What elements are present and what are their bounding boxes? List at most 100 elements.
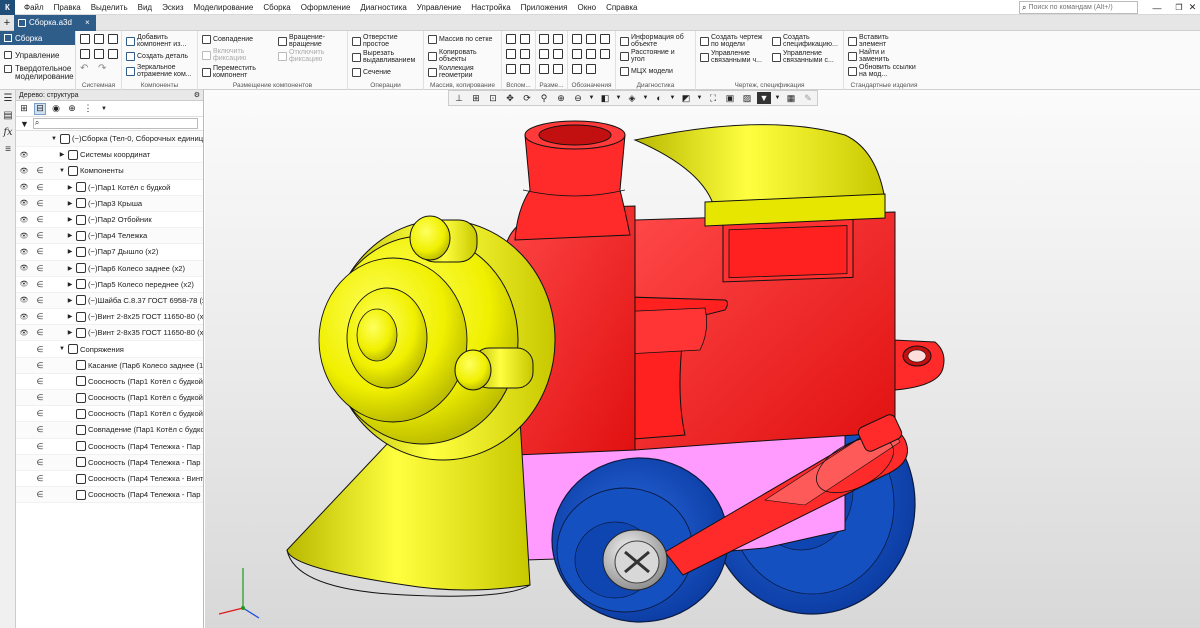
expand-arrow-icon[interactable]: ▶ — [66, 265, 74, 272]
menu-lines-icon[interactable]: ≡ — [0, 141, 16, 158]
leader-icon[interactable] — [572, 34, 582, 44]
angular-dim-icon[interactable] — [553, 34, 563, 44]
manage-related-drawings-button[interactable]: Управление связанными ч... — [700, 50, 769, 64]
visibility-empty[interactable] — [16, 406, 32, 421]
visibility-eye-icon[interactable]: 👁 — [16, 212, 32, 227]
menu-item-4[interactable]: Эскиз — [157, 0, 188, 15]
expand-arrow-icon[interactable]: ▶ — [66, 200, 74, 207]
tree-row[interactable]: ∈ ▼ Сопряжения — [16, 341, 203, 358]
text-icon[interactable] — [586, 64, 596, 74]
minimize-button[interactable]: — — [1146, 0, 1168, 15]
tree-row[interactable]: ∈ Соосность (Пар1 Котёл с будкой — [16, 390, 203, 407]
redo-icon[interactable]: ↷ — [98, 64, 106, 74]
aux-cs-icon[interactable] — [520, 49, 530, 59]
undo-icon[interactable]: ↶ — [80, 64, 88, 74]
tree-sort-icon[interactable]: ⋮ — [82, 103, 94, 115]
roughness-icon[interactable] — [586, 34, 596, 44]
tree-row[interactable]: ▼ (−)Сборка (Тел-0, Сборочных единиц — [16, 131, 203, 148]
chimney[interactable] — [514, 120, 631, 241]
base-icon[interactable] — [600, 34, 610, 44]
tree-view-icon[interactable]: ◉ — [50, 103, 62, 115]
expand-arrow-icon[interactable]: ▶ — [66, 297, 74, 304]
close-window-button[interactable]: ✕ — [1185, 0, 1200, 15]
aux-axis-icon[interactable] — [506, 34, 516, 44]
tree-row[interactable]: 👁 ∈ ▶ (−)Пар3 Крыша — [16, 195, 203, 212]
expand-arrow-icon[interactable]: ▼ — [58, 346, 66, 352]
tree-structure-icon[interactable]: ⊞ — [18, 103, 30, 115]
ribbon-mode-solid-modeling[interactable]: Твердотельное моделирование — [0, 64, 75, 82]
insert-element-button[interactable]: Вставить элемент — [848, 34, 905, 48]
create-drawing-button[interactable]: Создать чертеж по модели — [700, 34, 769, 48]
tree-row[interactable]: 👁 ∈ ▶ (−)Пар1 Котёл с будкой — [16, 180, 203, 196]
tolerance-icon[interactable] — [572, 49, 582, 59]
update-links-button[interactable]: Обновить ссылки на мод... — [848, 64, 921, 78]
visibility-eye-icon[interactable]: 👁 — [16, 180, 32, 195]
visibility-eye-icon[interactable]: 👁 — [16, 228, 32, 243]
aux-line-icon[interactable] — [506, 64, 516, 74]
visibility-eye-icon[interactable]: 👁 — [16, 244, 32, 259]
tree-row[interactable]: ∈ Соосность (Пар4 Тележка - Пар — [16, 454, 203, 471]
visibility-empty[interactable] — [16, 439, 32, 454]
tree-panel-icon[interactable]: ☰ — [0, 90, 16, 107]
tree-row[interactable]: ∈ Соосность (Пар4 Тележка - Винт — [16, 471, 203, 488]
save-icon[interactable] — [108, 34, 118, 44]
menu-item-2[interactable]: Выделить — [86, 0, 133, 15]
create-part-button[interactable]: Создать деталь — [126, 52, 188, 61]
position-icon[interactable] — [572, 64, 582, 74]
ribbon-mode-management[interactable]: Управление — [0, 48, 75, 62]
new-tab-button[interactable]: + — [0, 17, 14, 29]
extrude-cut-button[interactable]: Вырезать выдавливанием — [352, 50, 421, 64]
manage-related-specs-button[interactable]: Управление связанными с... — [772, 50, 841, 64]
menu-item-9[interactable]: Управление — [412, 0, 466, 15]
section-button[interactable]: Сечение — [352, 68, 391, 77]
tree-row[interactable]: ∈ Соосность (Пар4 Тележка - Пар — [16, 487, 203, 504]
create-spec-button[interactable]: Создать спецификацию... — [772, 34, 841, 48]
object-info-button[interactable]: Информация об объекте — [620, 34, 689, 48]
paste-icon[interactable] — [108, 49, 118, 59]
menu-item-10[interactable]: Настройка — [466, 0, 515, 15]
command-search-input[interactable] — [1028, 4, 1129, 11]
expand-arrow-icon[interactable]: ▼ — [58, 168, 66, 174]
roof[interactable] — [633, 124, 886, 227]
visibility-empty[interactable] — [16, 390, 32, 405]
mirror-component-button[interactable]: Зеркальное отражение ком... — [126, 64, 195, 78]
copy-objects-button[interactable]: Копировать объекты — [428, 49, 491, 63]
copy-icon[interactable] — [94, 49, 104, 59]
print-icon[interactable] — [80, 49, 90, 59]
menu-item-5[interactable]: Моделирование — [188, 0, 258, 15]
visibility-eye-icon[interactable]: 👁 — [16, 277, 32, 292]
expand-arrow-icon[interactable]: ▼ — [50, 136, 58, 142]
menu-item-1[interactable]: Правка — [49, 0, 86, 15]
tree-row[interactable]: ∈ Соосность (Пар1 Котёл с будкой — [16, 406, 203, 423]
tree-row[interactable]: 👁 ∈ ▶ (−)Пар7 Дышло (x2) — [16, 244, 203, 261]
aux-point-icon[interactable] — [506, 49, 516, 59]
expand-arrow-icon[interactable]: ▶ — [66, 232, 74, 239]
menu-item-6[interactable]: Сборка — [258, 0, 295, 15]
weld-icon[interactable] — [600, 49, 610, 59]
expand-arrow-icon[interactable]: ▶ — [66, 184, 74, 191]
menu-item-12[interactable]: Окно — [572, 0, 601, 15]
disable-fix-button[interactable]: Отключить фиксацию — [278, 49, 341, 63]
close-tab-icon[interactable]: × — [85, 18, 90, 27]
menu-item-11[interactable]: Приложения — [516, 0, 573, 15]
ribbon-mode-assembly[interactable]: Сборка — [0, 31, 75, 45]
radial-dim-icon[interactable] — [539, 49, 549, 59]
locomotive-model[interactable] — [205, 90, 1200, 628]
visibility-empty[interactable] — [16, 358, 32, 373]
rotate-rotate-button[interactable]: Вращение-вращение — [278, 34, 341, 48]
dim-more-icon[interactable] — [553, 64, 563, 74]
tree-row[interactable]: 👁 ∈ ▶ (−)Пар5 Колесо переднее (x2) — [16, 277, 203, 293]
tree-mates-icon[interactable]: ⊕ — [66, 103, 78, 115]
expand-arrow-icon[interactable]: ▶ — [66, 313, 74, 320]
menu-item-7[interactable]: Оформление — [296, 0, 356, 15]
grid-array-button[interactable]: Массив по сетке — [428, 35, 492, 44]
move-component-button[interactable]: Переместить компонент — [202, 65, 269, 79]
expand-arrow-icon[interactable]: ▶ — [66, 248, 74, 255]
add-component-button[interactable]: Добавить компонент из... — [126, 34, 195, 48]
mcc-button[interactable]: МЦХ модели — [620, 67, 673, 76]
properties-panel-icon[interactable]: ▤ — [0, 107, 16, 124]
command-search[interactable]: ⌕ — [1019, 1, 1138, 14]
tree-row[interactable]: ∈ Соосность (Пар1 Котёл с будкой — [16, 374, 203, 390]
tree-row[interactable]: ∈ Совпадение (Пар1 Котёл с будкой — [16, 422, 203, 439]
geometry-collection-button[interactable]: Коллекция геометрии — [428, 65, 491, 79]
